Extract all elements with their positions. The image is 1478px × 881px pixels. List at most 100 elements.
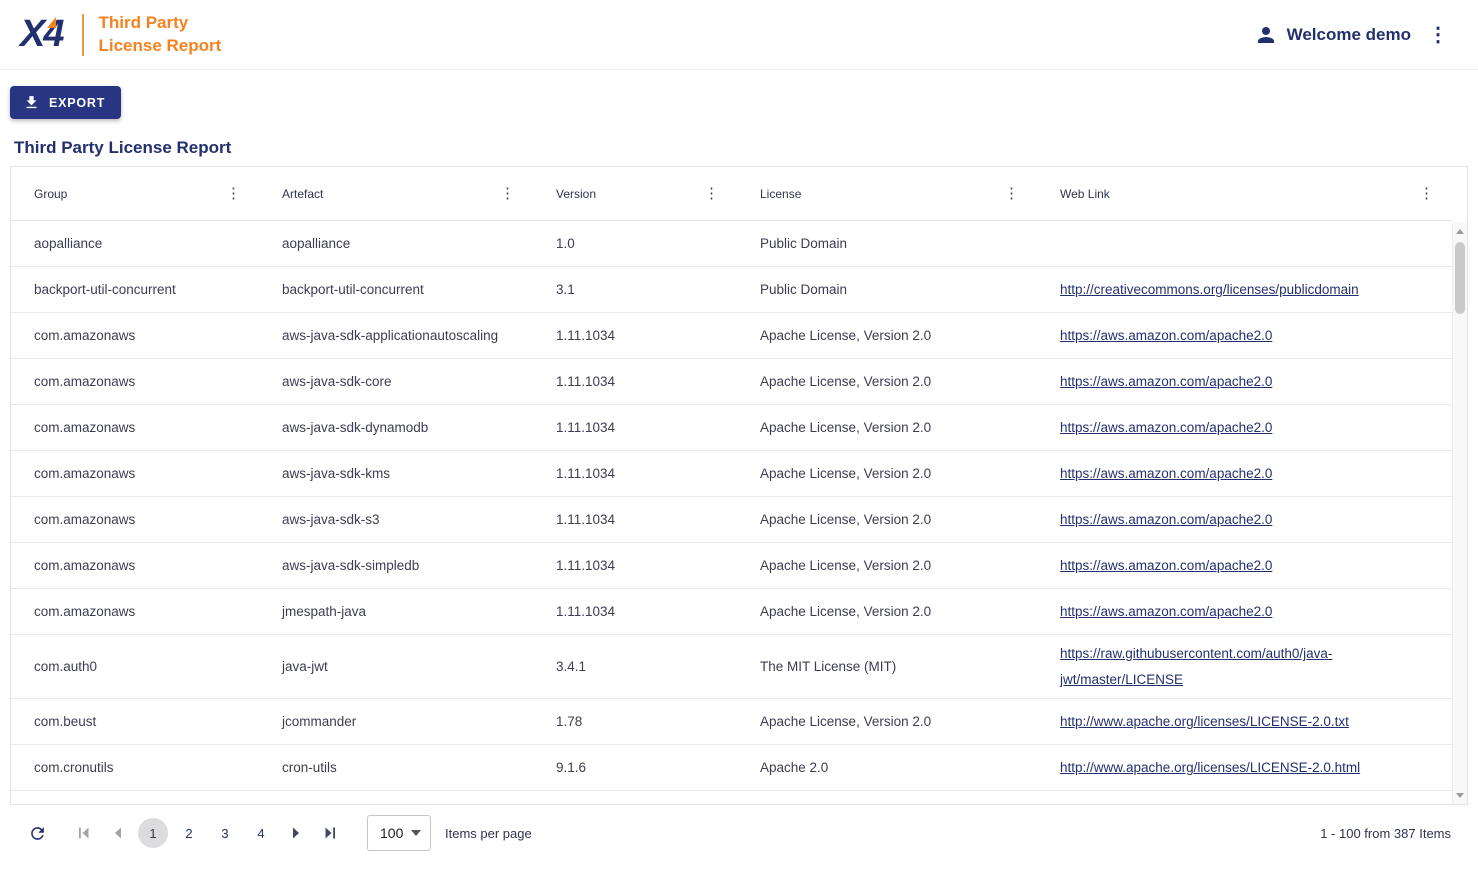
cell-group: com.amazonaws: [11, 501, 259, 539]
web-link[interactable]: https://aws.amazon.com/apache2.0: [1060, 512, 1272, 527]
cell-weblink: http://www.apache.org/licenses/LICENSE-2…: [1037, 703, 1452, 741]
vertical-scrollbar[interactable]: [1452, 222, 1467, 804]
cell-version: 3.1: [533, 271, 737, 309]
table-row: com.cronutils cron-utils 9.1.6 Apache 2.…: [11, 745, 1452, 791]
previous-page-icon[interactable]: [106, 820, 130, 846]
cell-license: Public Domain: [737, 225, 1037, 263]
cell-weblink: https://aws.amazon.com/apache2.0: [1037, 501, 1452, 539]
chevron-down-icon: [411, 830, 421, 836]
table-row: com.amazonaws aws-java-sdk-s3 1.11.1034 …: [11, 497, 1452, 543]
cell-version: 1.0: [533, 225, 737, 263]
table-header-row: Group ⋮ Artefact ⋮ Version ⋮ License ⋮ W…: [11, 167, 1452, 221]
cell-group: com.amazonaws: [11, 593, 259, 631]
cell-group: com.auth0: [11, 648, 259, 686]
table-row: com.amazonaws jmespath-java 1.11.1034 Ap…: [11, 589, 1452, 635]
cell-version: 1.11.1034: [533, 593, 737, 631]
table-row: backport-util-concurrent backport-util-c…: [11, 267, 1452, 313]
cell-license: Apache License, Version 2.0: [737, 593, 1037, 631]
cell-group: com.amazonaws: [11, 317, 259, 355]
table-row: com.amazonaws aws-java-sdk-applicationau…: [11, 313, 1452, 359]
cell-weblink: https://raw.githubusercontent.com/auth0/…: [1037, 635, 1452, 698]
web-link[interactable]: https://aws.amazon.com/apache2.0: [1060, 328, 1272, 343]
app-title-line2: License Report: [98, 35, 221, 58]
column-header-version[interactable]: Version ⋮: [533, 167, 737, 220]
cell-artefact: jcommander: [259, 703, 533, 741]
column-menu-kebab-icon[interactable]: ⋮: [700, 184, 723, 203]
cell-license: Apache License, Version 2.0: [737, 409, 1037, 447]
items-per-page-label: Items per page: [445, 826, 532, 841]
page-button-1[interactable]: 1: [138, 818, 168, 848]
scroll-down-arrow-icon[interactable]: [1453, 788, 1467, 802]
web-link[interactable]: http://www.apache.org/licenses/LICENSE-2…: [1060, 714, 1349, 729]
web-link[interactable]: http://creativecommons.org/licenses/publ…: [1060, 282, 1359, 297]
cell-license: Apache 2.0: [737, 749, 1037, 787]
web-link[interactable]: http://www.apache.org/licenses/LICENSE-2…: [1060, 760, 1360, 775]
app-title: Third Party License Report: [98, 12, 221, 58]
user-menu-kebab-icon[interactable]: ⋮: [1428, 25, 1448, 45]
web-link[interactable]: https://aws.amazon.com/apache2.0: [1060, 374, 1272, 389]
web-link[interactable]: https://aws.amazon.com/apache2.0: [1060, 420, 1272, 435]
page-button-2[interactable]: 2: [174, 818, 204, 848]
pager-range-label: 1 - 100 from 387 Items: [1320, 826, 1451, 841]
web-link[interactable]: https://aws.amazon.com/apache2.0: [1060, 558, 1272, 573]
column-header-weblink[interactable]: Web Link ⋮: [1037, 167, 1452, 220]
cell-group: com.amazonaws: [11, 363, 259, 401]
cell-version: 1.11.1034: [533, 363, 737, 401]
cell-artefact: aws-java-sdk-applicationautoscaling: [259, 317, 533, 355]
column-header-artefact[interactable]: Artefact ⋮: [259, 167, 533, 220]
cell-version: 1.11.1034: [533, 409, 737, 447]
welcome-text: Welcome demo: [1287, 25, 1411, 45]
cell-license: Public Domain: [737, 271, 1037, 309]
column-menu-kebab-icon[interactable]: ⋮: [496, 184, 519, 203]
table-row: com.amazonaws aws-java-sdk-dynamodb 1.11…: [11, 405, 1452, 451]
export-button[interactable]: EXPORT: [10, 86, 121, 119]
cell-license: Apache License, Version 2.0: [737, 363, 1037, 401]
cell-group: com.amazonaws: [11, 547, 259, 585]
cell-artefact: aws-java-sdk-dynamodb: [259, 409, 533, 447]
brand-divider: [82, 14, 84, 56]
cell-version: 1.11.1034: [533, 501, 737, 539]
table-row: com.amazonaws aws-java-sdk-kms 1.11.1034…: [11, 451, 1452, 497]
license-table: Group ⋮ Artefact ⋮ Version ⋮ License ⋮ W…: [10, 166, 1468, 805]
cell-version: 1.11.1034: [533, 317, 737, 355]
cell-artefact: backport-util-concurrent: [259, 271, 533, 309]
web-link[interactable]: https://raw.githubusercontent.com/auth0/…: [1060, 646, 1332, 687]
refresh-icon[interactable]: [28, 824, 47, 843]
table-row: com.auth0 java-jwt 3.4.1 The MIT License…: [11, 635, 1452, 699]
cell-version: 1.78: [533, 703, 737, 741]
cell-artefact: aopalliance: [259, 225, 533, 263]
cell-license: The MIT License (MIT): [737, 648, 1037, 686]
cell-group: aopalliance: [11, 225, 259, 263]
cell-weblink: https://aws.amazon.com/apache2.0: [1037, 455, 1452, 493]
column-header-label: Version: [556, 187, 596, 201]
page-button-4[interactable]: 4: [246, 818, 276, 848]
cell-license: Apache License, Version 2.0: [737, 547, 1037, 585]
column-header-label: Group: [34, 187, 67, 201]
scroll-up-arrow-icon[interactable]: [1453, 224, 1467, 238]
cell-weblink: http://creativecommons.org/licenses/publ…: [1037, 271, 1452, 309]
x4-logo-text: X4: [20, 13, 62, 55]
cell-artefact: aws-java-sdk-kms: [259, 455, 533, 493]
x4-logo: X4: [20, 13, 68, 56]
cell-version: 1.11.1034: [533, 455, 737, 493]
first-page-icon[interactable]: [72, 820, 96, 846]
last-page-icon[interactable]: [318, 820, 342, 846]
web-link[interactable]: https://aws.amazon.com/apache2.0: [1060, 466, 1272, 481]
page-button-3[interactable]: 3: [210, 818, 240, 848]
column-header-group[interactable]: Group ⋮: [11, 167, 259, 220]
column-header-license[interactable]: License ⋮: [737, 167, 1037, 220]
cell-group: com.amazonaws: [11, 409, 259, 447]
column-menu-kebab-icon[interactable]: ⋮: [1000, 184, 1023, 203]
column-menu-kebab-icon[interactable]: ⋮: [222, 184, 245, 203]
column-menu-kebab-icon[interactable]: ⋮: [1415, 184, 1438, 203]
scrollbar-thumb[interactable]: [1455, 242, 1465, 314]
app-title-line1: Third Party: [98, 12, 221, 35]
next-page-icon[interactable]: [284, 820, 308, 846]
table-row: aopalliance aopalliance 1.0 Public Domai…: [11, 221, 1452, 267]
web-link[interactable]: https://aws.amazon.com/apache2.0: [1060, 604, 1272, 619]
cell-weblink: https://aws.amazon.com/apache2.0: [1037, 363, 1452, 401]
items-per-page-select[interactable]: 100: [367, 815, 431, 851]
person-icon: [1254, 23, 1278, 47]
logo-accent-triangle: [47, 17, 56, 28]
cell-artefact: jmespath-java: [259, 593, 533, 631]
